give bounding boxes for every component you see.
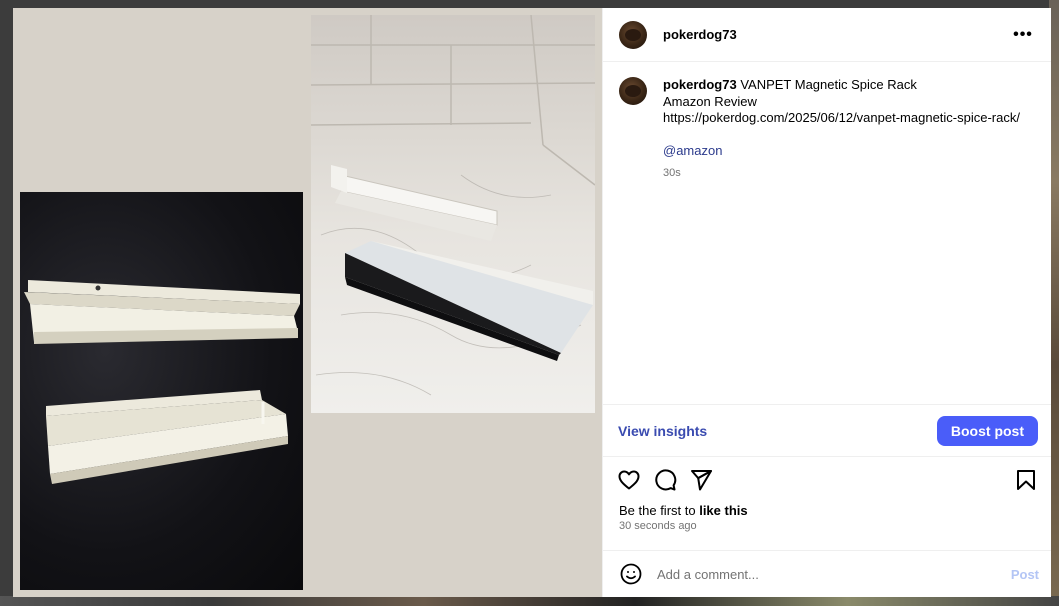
boost-post-button[interactable]: Boost post xyxy=(936,415,1038,446)
avatar[interactable] xyxy=(619,20,647,49)
post-media xyxy=(13,8,602,597)
caption-avatar[interactable] xyxy=(619,77,647,105)
caption-section: pokerdog73 VANPET Magnetic Spice Rack Am… xyxy=(603,62,1051,404)
header-username[interactable]: pokerdog73 xyxy=(663,27,1011,42)
counter-rack-illustration xyxy=(311,15,595,396)
post-modal: pokerdog73 ••• pokerdog73 VANPET Magneti… xyxy=(13,8,1051,597)
caption-title: VANPET Magnetic Spice Rack xyxy=(740,77,917,92)
paper-plane-icon[interactable] xyxy=(689,468,713,492)
likes-section: Be the first to like this 30 seconds ago xyxy=(603,503,1051,532)
spice-racks-illustration xyxy=(24,280,300,484)
comment-input[interactable] xyxy=(657,566,1011,582)
caption-timestamp: 30s xyxy=(663,167,681,179)
bookmark-icon[interactable] xyxy=(1014,468,1038,492)
smiley-icon[interactable] xyxy=(619,562,643,586)
more-options-icon[interactable]: ••• xyxy=(1011,23,1035,47)
caption-line-2: Amazon Review xyxy=(663,93,757,109)
background-strip-bottom xyxy=(0,596,1059,606)
mention-link[interactable]: @amazon xyxy=(663,143,1020,160)
caption-text: pokerdog73 VANPET Magnetic Spice Rack Am… xyxy=(663,77,1020,389)
heart-icon[interactable] xyxy=(617,468,641,492)
action-bar xyxy=(603,457,1051,503)
post-header: pokerdog73 ••• xyxy=(603,8,1051,62)
post-side-panel: pokerdog73 ••• pokerdog73 VANPET Magneti… xyxy=(602,8,1051,597)
caption-username[interactable]: pokerdog73 xyxy=(663,77,737,92)
photo-rack-on-counter xyxy=(311,15,595,413)
likes-prefix: Be the first to xyxy=(619,503,700,518)
photo-racks-on-fridge xyxy=(20,192,303,590)
speech-bubble-icon[interactable] xyxy=(653,468,677,492)
caption-link: https://pokerdog.com/2025/06/12/vanpet-m… xyxy=(663,110,1020,125)
like-this-link[interactable]: like this xyxy=(699,503,747,518)
likes-text: Be the first to like this xyxy=(619,503,1035,518)
view-insights-link[interactable]: View insights xyxy=(618,423,707,439)
comment-bar: Post xyxy=(603,550,1051,597)
insights-bar: View insights Boost post xyxy=(603,404,1051,457)
post-comment-button[interactable]: Post xyxy=(1011,567,1039,582)
post-time-ago: 30 seconds ago xyxy=(619,520,697,532)
